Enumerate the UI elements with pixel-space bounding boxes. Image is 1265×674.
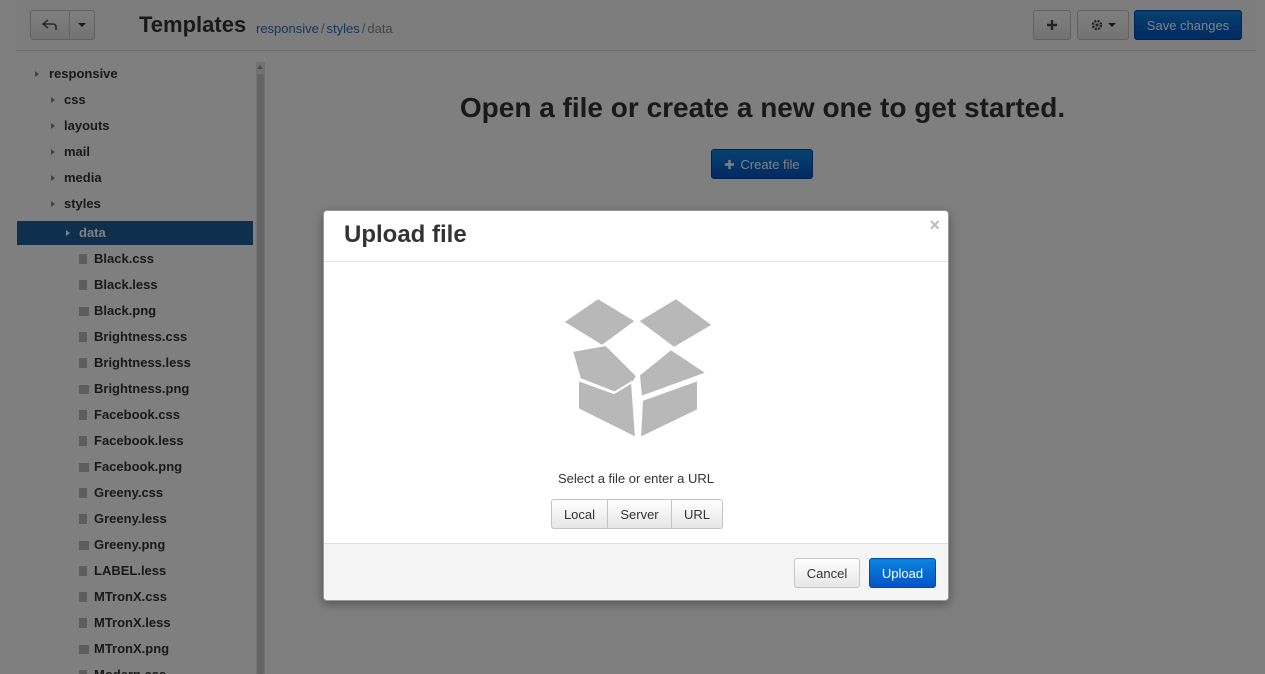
upload-button[interactable]: Upload [869, 558, 936, 588]
upload-prompt: Select a file or enter a URL [557, 471, 715, 486]
source-local-button[interactable]: Local [551, 499, 608, 529]
cancel-button[interactable]: Cancel [794, 558, 860, 588]
upload-file-dialog: Upload file × Select a file or enter a U… [323, 210, 949, 601]
modal-footer: Cancel Upload [324, 543, 948, 600]
source-url-button[interactable]: URL [671, 499, 723, 529]
modal-title: Upload file [344, 221, 467, 248]
source-server-button[interactable]: Server [607, 499, 672, 529]
close-icon[interactable]: × [929, 215, 940, 235]
modal-header: Upload file × [324, 211, 948, 262]
modal-body: Select a file or enter a URL Local Serve… [324, 262, 948, 542]
open-box-icon [562, 297, 714, 438]
